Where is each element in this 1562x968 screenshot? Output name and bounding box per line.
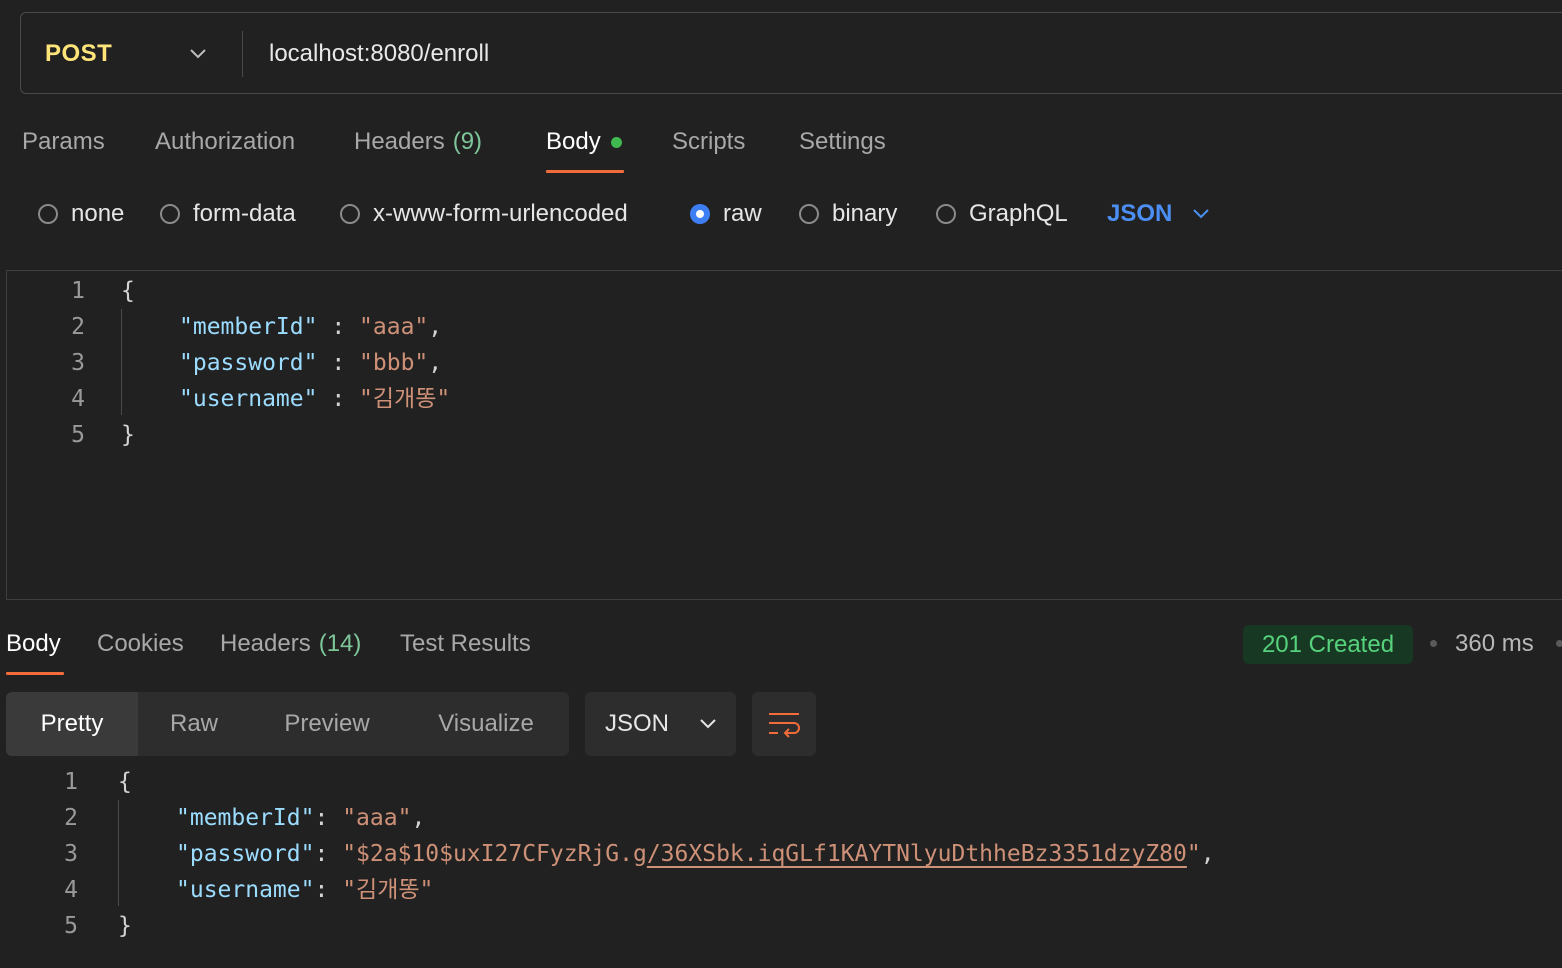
- body-type-options: none form-data x-www-form-urlencoded raw…: [0, 190, 1562, 238]
- chevron-down-icon[interactable]: [187, 43, 209, 65]
- json-close-brace: }: [118, 913, 132, 939]
- wrap-lines-button[interactable]: [752, 692, 816, 756]
- language-select[interactable]: JSON: [1107, 190, 1212, 238]
- response-body-viewer[interactable]: 1 2 3 4 5 { "memberId": "aaa", "password…: [0, 764, 1562, 964]
- separator-dot: [1556, 640, 1562, 647]
- request-body-editor[interactable]: 1 2 3 4 5 { "memberId" : "aaa", "passwor…: [6, 270, 1562, 600]
- view-pretty[interactable]: Pretty: [6, 692, 138, 756]
- separator-dot: [1430, 640, 1437, 647]
- line-number: 2: [71, 314, 85, 340]
- radio-circle-icon: [340, 204, 360, 224]
- radio-raw[interactable]: raw: [690, 190, 762, 238]
- json-line-password: "password" : "bbb",: [179, 350, 443, 376]
- line-number: 3: [64, 841, 78, 867]
- line-number: 4: [64, 877, 78, 903]
- radio-selected-icon: [690, 204, 710, 224]
- line-number: 3: [71, 350, 85, 376]
- url-divider: [242, 31, 243, 77]
- radio-circle-icon: [799, 204, 819, 224]
- tab-settings[interactable]: Settings: [799, 120, 886, 164]
- json-line-username: "username": "김개똥": [176, 877, 434, 903]
- response-headers-count: (14): [318, 630, 362, 657]
- view-preview[interactable]: Preview: [264, 692, 390, 756]
- radio-none[interactable]: none: [38, 190, 124, 238]
- radio-urlencoded[interactable]: x-www-form-urlencoded: [340, 190, 628, 238]
- method-select[interactable]: POST: [45, 13, 112, 95]
- line-number: 4: [71, 386, 85, 412]
- url-bar: POST localhost:8080/enroll: [20, 12, 1562, 94]
- radio-circle-icon: [38, 204, 58, 224]
- response-time[interactable]: 360 ms: [1455, 622, 1534, 666]
- view-visualize[interactable]: Visualize: [416, 692, 556, 756]
- line-number: 5: [64, 913, 78, 939]
- tab-body[interactable]: Body: [546, 120, 622, 164]
- headers-count: (9): [452, 128, 483, 155]
- response-active-underline: [6, 672, 64, 675]
- indent-guide: [118, 800, 119, 906]
- radio-circle-icon: [936, 204, 956, 224]
- tab-params[interactable]: Params: [22, 120, 105, 164]
- response-format-select[interactable]: JSON: [585, 692, 736, 756]
- status-badge[interactable]: 201 Created: [1243, 625, 1413, 664]
- json-line-username: "username" : "김개똥": [179, 386, 451, 412]
- response-tab-body[interactable]: Body: [6, 622, 61, 666]
- url-input[interactable]: localhost:8080/enroll: [269, 13, 489, 95]
- response-tab-headers[interactable]: Headers (14): [220, 622, 361, 666]
- wrap-lines-icon: [769, 713, 800, 738]
- view-mode-selector: Pretty Raw Preview Visualize: [6, 692, 569, 756]
- active-tab-underline: [546, 170, 624, 173]
- chevron-down-icon: [700, 719, 716, 729]
- chevron-down-icon: [1193, 209, 1210, 219]
- line-number: 1: [64, 769, 78, 795]
- line-number: 1: [71, 278, 85, 304]
- json-line-memberid: "memberId" : "aaa",: [179, 314, 443, 340]
- modified-dot-icon: [610, 136, 622, 148]
- url-value: localhost:8080/enroll: [269, 40, 490, 67]
- indent-guide: [121, 309, 122, 415]
- tab-headers[interactable]: Headers (9): [354, 120, 482, 164]
- json-line-memberid: "memberId": "aaa",: [176, 805, 426, 831]
- tab-authorization[interactable]: Authorization: [155, 120, 295, 164]
- radio-graphql[interactable]: GraphQL: [936, 190, 1068, 238]
- line-number: 5: [71, 422, 85, 448]
- radio-form-data[interactable]: form-data: [160, 190, 296, 238]
- radio-binary[interactable]: binary: [799, 190, 897, 238]
- json-open-brace: {: [121, 278, 135, 304]
- json-open-brace: {: [118, 769, 132, 795]
- response-tab-cookies[interactable]: Cookies: [97, 622, 184, 666]
- json-line-password: "password": "$2a$10$uxI27CFyzRjG.g/36XSb…: [176, 841, 1215, 867]
- tab-scripts[interactable]: Scripts: [672, 120, 745, 164]
- view-raw[interactable]: Raw: [138, 692, 250, 756]
- response-tab-test-results[interactable]: Test Results: [400, 622, 531, 666]
- method-label: POST: [45, 40, 113, 67]
- line-number: 2: [64, 805, 78, 831]
- password-hash-link[interactable]: /36XSbk.iqGLf1KAYTNlyuDthheBz3351dzyZ80: [647, 841, 1187, 867]
- radio-circle-icon: [160, 204, 180, 224]
- json-close-brace: }: [121, 422, 135, 448]
